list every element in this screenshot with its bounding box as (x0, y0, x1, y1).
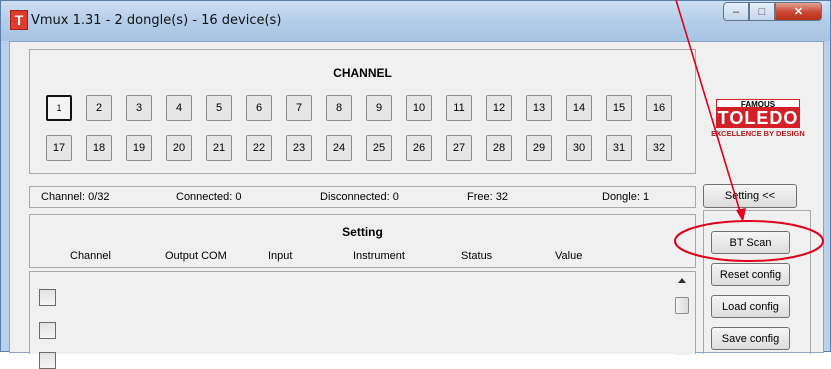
status-bar: Channel: 0/32 Connected: 0 Disconnected:… (29, 186, 696, 208)
channel-button-25[interactable]: 25 (366, 135, 392, 161)
channel-button-15[interactable]: 15 (606, 95, 632, 121)
channel-button-19[interactable]: 19 (126, 135, 152, 161)
vertical-scrollbar[interactable] (674, 274, 690, 355)
channel-button-22[interactable]: 22 (246, 135, 272, 161)
channel-button-2[interactable]: 2 (86, 95, 112, 121)
minimize-icon: – (732, 5, 740, 18)
device-list[interactable] (29, 271, 696, 369)
channel-panel: CHANNEL 1 2 3 4 5 6 7 8 9 10 11 12 13 14 15 16 17 18 19 20 2… (29, 49, 696, 174)
channel-button-26[interactable]: 26 (406, 135, 432, 161)
channel-title: CHANNEL (333, 66, 392, 80)
channel-button-13[interactable]: 13 (526, 95, 552, 121)
reset-config-button[interactable]: Reset config (711, 263, 790, 286)
channel-button-31[interactable]: 31 (606, 135, 632, 161)
close-button[interactable]: ✕ (775, 2, 822, 21)
setting-toggle-button[interactable]: Setting << (703, 184, 797, 208)
channel-button-29[interactable]: 29 (526, 135, 552, 161)
caption-buttons: – □ ✕ (723, 2, 822, 22)
column-header-channel: Channel (70, 250, 111, 262)
channel-button-30[interactable]: 30 (566, 135, 592, 161)
scroll-up-icon[interactable] (678, 278, 686, 283)
app-window: T Vmux 1.31 - 2 dongle(s) - 16 device(s)… (0, 0, 831, 369)
scroll-thumb[interactable] (675, 297, 689, 314)
channel-button-10[interactable]: 10 (406, 95, 432, 121)
channel-button-17[interactable]: 17 (46, 135, 72, 161)
row-checkbox[interactable] (39, 352, 56, 369)
channel-button-6[interactable]: 6 (246, 95, 272, 121)
channel-button-8[interactable]: 8 (326, 95, 352, 121)
channel-button-23[interactable]: 23 (286, 135, 312, 161)
row-checkbox[interactable] (39, 289, 56, 306)
app-icon[interactable]: T (10, 10, 28, 30)
status-connected: Connected: 0 (176, 191, 242, 203)
channel-button-32[interactable]: 32 (646, 135, 672, 161)
channel-button-24[interactable]: 24 (326, 135, 352, 161)
column-header-input: Input (268, 250, 293, 262)
save-config-button[interactable]: Save config (711, 327, 790, 350)
logo-main-text: TOLEDO (716, 108, 800, 128)
close-icon: ✕ (793, 6, 804, 18)
logo-top-text: FAMOUS (716, 99, 800, 109)
channel-button-28[interactable]: 28 (486, 135, 512, 161)
channel-button-1[interactable]: 1 (46, 95, 72, 121)
column-header-output-com: Output COM (165, 250, 227, 262)
load-config-button[interactable]: Load config (711, 295, 790, 318)
channel-button-27[interactable]: 27 (446, 135, 472, 161)
channel-button-9[interactable]: 9 (366, 95, 392, 121)
channel-button-18[interactable]: 18 (86, 135, 112, 161)
row-checkbox[interactable] (39, 322, 56, 339)
status-channel: Channel: 0/32 (41, 191, 110, 203)
column-header-instrument: Instrument (353, 250, 405, 262)
title-bar[interactable]: T Vmux 1.31 - 2 dongle(s) - 16 device(s)… (1, 1, 830, 41)
status-free: Free: 32 (467, 191, 508, 203)
channel-button-5[interactable]: 5 (206, 95, 232, 121)
maximize-button[interactable]: □ (749, 2, 775, 21)
channel-button-7[interactable]: 7 (286, 95, 312, 121)
bt-scan-button[interactable]: BT Scan (711, 231, 790, 254)
column-header-status: Status (461, 250, 493, 262)
channel-button-16[interactable]: 16 (646, 95, 672, 121)
channel-button-21[interactable]: 21 (206, 135, 232, 161)
channel-button-20[interactable]: 20 (166, 135, 192, 161)
minimize-button[interactable]: – (723, 2, 749, 21)
column-header-value: Value (555, 250, 583, 262)
toledo-logo: FAMOUS TOLEDO EXCELLENCE BY DESIGN (706, 99, 810, 149)
channel-button-4[interactable]: 4 (166, 95, 192, 121)
channel-button-11[interactable]: 11 (446, 95, 472, 121)
window-title: Vmux 1.31 - 2 dongle(s) - 16 device(s) (31, 13, 282, 28)
setting-panel: Setting Channel Output COM Input Instrum… (29, 214, 696, 268)
channel-button-12[interactable]: 12 (486, 95, 512, 121)
client-area: CHANNEL 1 2 3 4 5 6 7 8 9 10 11 12 13 14 15 16 17 18 19 20 2… (9, 41, 824, 369)
status-dongle: Dongle: 1 (602, 191, 650, 203)
channel-button-3[interactable]: 3 (126, 95, 152, 121)
channel-button-14[interactable]: 14 (566, 95, 592, 121)
channel-grid: 1 2 3 4 5 6 7 8 9 10 11 12 13 14 15 16 17 18 19 20 21 22 23 24 2… (46, 95, 678, 164)
logo-tagline: EXCELLENCE BY DESIGN (711, 129, 805, 138)
maximize-icon: □ (758, 5, 766, 18)
setting-title: Setting (342, 225, 383, 239)
status-disconnected: Disconnected: 0 (320, 191, 399, 203)
